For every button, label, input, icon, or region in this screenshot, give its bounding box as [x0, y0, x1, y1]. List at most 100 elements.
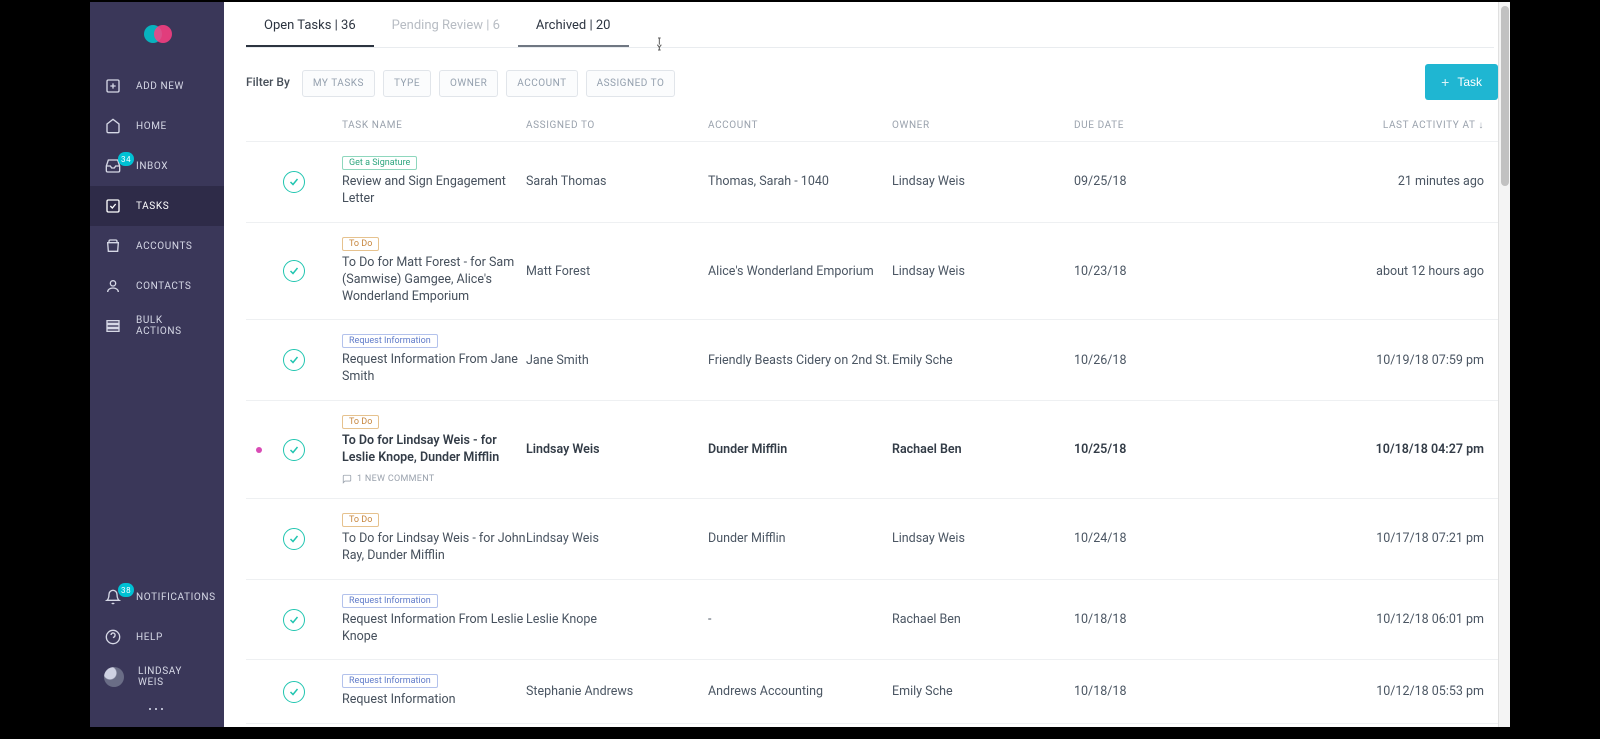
- col-header-assigned-to[interactable]: ASSIGNED TO: [526, 120, 708, 131]
- col-header-owner[interactable]: OWNER: [892, 120, 1074, 131]
- sidebar-item-label: BULK ACTIONS: [136, 315, 210, 337]
- filter-chip-my-tasks[interactable]: MY TASKS: [302, 70, 375, 97]
- sidebar-item-home[interactable]: HOME: [90, 106, 224, 146]
- assigned-to: Matt Forest: [526, 264, 708, 279]
- sidebar-item-help[interactable]: HELP: [90, 617, 224, 657]
- owner: Rachael Ben: [892, 442, 1074, 457]
- sidebar-more-button[interactable]: ⋯: [90, 697, 224, 727]
- last-activity: 10/12/18 06:01 pm: [1220, 612, 1498, 627]
- sidebar-item-user[interactable]: LINDSAY WEIS: [90, 657, 224, 697]
- task-type-tag: Request Information: [342, 674, 438, 688]
- accounts-icon: [104, 237, 122, 255]
- tabs: Open Tasks | 36Pending Review | 6Archive…: [246, 2, 1494, 48]
- due-date: 10/24/18: [1074, 531, 1220, 546]
- col-header-last-activity[interactable]: LAST ACTIVITY AT ↓: [1220, 120, 1498, 131]
- task-title: Request Information From Leslie Knope: [342, 612, 526, 646]
- task-type-tag: Get a Signature: [342, 156, 417, 170]
- contacts-icon: [104, 277, 122, 295]
- bulk-icon: [104, 317, 122, 335]
- add-task-button[interactable]: + Task: [1425, 64, 1498, 100]
- tab-pending[interactable]: Pending Review | 6: [374, 4, 518, 47]
- page-scrollbar[interactable]: [1498, 2, 1510, 727]
- table-row[interactable]: Request InformationRequest Information F…: [246, 724, 1498, 727]
- complete-task-button[interactable]: [283, 260, 305, 282]
- tasks-icon: [104, 197, 122, 215]
- account: Thomas, Sarah - 1040: [708, 174, 892, 189]
- task-title: Request Information From Jane Smith: [342, 352, 526, 386]
- filter-chip-account[interactable]: ACCOUNT: [506, 70, 577, 97]
- help-icon: [104, 628, 122, 646]
- task-rows: Get a Signature Review and Sign Engagemen…: [246, 142, 1498, 727]
- sidebar-item-notifications[interactable]: 38 NOTIFICATIONS: [90, 577, 224, 617]
- task-type-tag: Request Information: [342, 594, 438, 608]
- tab-open[interactable]: Open Tasks | 36: [246, 4, 374, 47]
- sidebar-item-tasks[interactable]: TASKS: [90, 186, 224, 226]
- table-header: TASK NAME ASSIGNED TO ACCOUNT OWNER DUE …: [246, 114, 1498, 142]
- cursor-icon: [654, 34, 670, 54]
- complete-task-button[interactable]: [283, 681, 305, 703]
- filter-chip-owner[interactable]: OWNER: [439, 70, 498, 97]
- task-title: Request Information: [342, 692, 526, 709]
- col-header-account[interactable]: ACCOUNT: [708, 120, 892, 131]
- avatar: [104, 667, 124, 687]
- owner: Lindsay Weis: [892, 264, 1074, 279]
- table-row[interactable]: Request Information Request Information F…: [246, 580, 1498, 661]
- app-shell: ADD NEW HOME 34INBOX TASKS ACCOUNTS CONTACTS B…: [90, 2, 1510, 727]
- task-type-tag: Request Information: [342, 334, 438, 348]
- owner: Lindsay Weis: [892, 174, 1074, 189]
- table-row[interactable]: Get a Signature Review and Sign Engagemen…: [246, 142, 1498, 223]
- due-date: 10/23/18: [1074, 264, 1220, 279]
- table-row[interactable]: To Do To Do for Matt Forest - for Sam (Sa…: [246, 223, 1498, 321]
- filter-chip-type[interactable]: TYPE: [383, 70, 431, 97]
- last-activity: about 12 hours ago: [1220, 264, 1498, 279]
- due-date: 10/18/18: [1074, 684, 1220, 699]
- sidebar-item-contacts[interactable]: CONTACTS: [90, 266, 224, 306]
- sidebar-item-accounts[interactable]: ACCOUNTS: [90, 226, 224, 266]
- owner: Emily Sche: [892, 353, 1074, 368]
- comment-indicator: 1 NEW COMMENT: [342, 474, 526, 484]
- table-row[interactable]: To DoTo Do for Lindsay Weis - for Leslie…: [246, 401, 1498, 499]
- add-new-icon: [104, 77, 122, 95]
- filter-chip-assigned-to[interactable]: ASSIGNED TO: [586, 70, 676, 97]
- complete-task-button[interactable]: [283, 439, 305, 461]
- sidebar-item-add-new[interactable]: ADD NEW: [90, 66, 224, 106]
- task-title: To Do for Matt Forest - for Sam (Samwise…: [342, 255, 526, 306]
- toolbar: Filter By MY TASKS TYPE OWNER ACCOUNT ASSIGN…: [246, 48, 1498, 114]
- sidebar-item-label: INBOX: [136, 161, 168, 172]
- sidebar-item-bulk[interactable]: BULK ACTIONS: [90, 306, 224, 346]
- complete-task-button[interactable]: [283, 528, 305, 550]
- tab-archived[interactable]: Archived | 20: [518, 4, 629, 47]
- home-icon: [104, 117, 122, 135]
- due-date: 10/26/18: [1074, 353, 1220, 368]
- last-activity: 21 minutes ago: [1220, 174, 1498, 189]
- owner: Emily Sche: [892, 684, 1074, 699]
- sidebar-item-label: ACCOUNTS: [136, 241, 192, 252]
- due-date: 10/18/18: [1074, 612, 1220, 627]
- task-title: To Do for Lindsay Weis - for John Ray, D…: [342, 531, 526, 565]
- sidebar-item-inbox[interactable]: 34INBOX: [90, 146, 224, 186]
- table-row[interactable]: To DoTo Do for Lindsay Weis - for John R…: [246, 499, 1498, 580]
- sidebar-item-label: HOME: [136, 121, 167, 132]
- task-title: Review and Sign Engagement Letter: [342, 174, 526, 208]
- task-type-tag: To Do: [342, 415, 379, 429]
- owner: Lindsay Weis: [892, 531, 1074, 546]
- task-type-tag: To Do: [342, 237, 379, 251]
- assigned-to: Leslie Knope: [526, 612, 708, 627]
- complete-task-button[interactable]: [283, 349, 305, 371]
- complete-task-button[interactable]: [283, 171, 305, 193]
- account: Dunder Mifflin: [708, 442, 892, 457]
- due-date: 09/25/18: [1074, 174, 1220, 189]
- sidebar-item-label: TASKS: [136, 201, 169, 212]
- sidebar-item-label: NOTIFICATIONS: [136, 592, 216, 603]
- complete-task-button[interactable]: [283, 609, 305, 631]
- last-activity: 10/12/18 05:53 pm: [1220, 684, 1498, 699]
- logo[interactable]: [90, 2, 224, 66]
- table-row[interactable]: Request InformationRequest InformationSt…: [246, 660, 1498, 724]
- col-header-due-date[interactable]: DUE DATE: [1074, 120, 1220, 131]
- add-task-label: Task: [1457, 75, 1482, 89]
- table-row[interactable]: Request Information Request Information F…: [246, 320, 1498, 401]
- col-header-task-name[interactable]: TASK NAME: [342, 120, 526, 131]
- filter-by-label: Filter By: [246, 75, 290, 89]
- sidebar-item-label: ADD NEW: [136, 81, 184, 92]
- owner: Rachael Ben: [892, 612, 1074, 627]
